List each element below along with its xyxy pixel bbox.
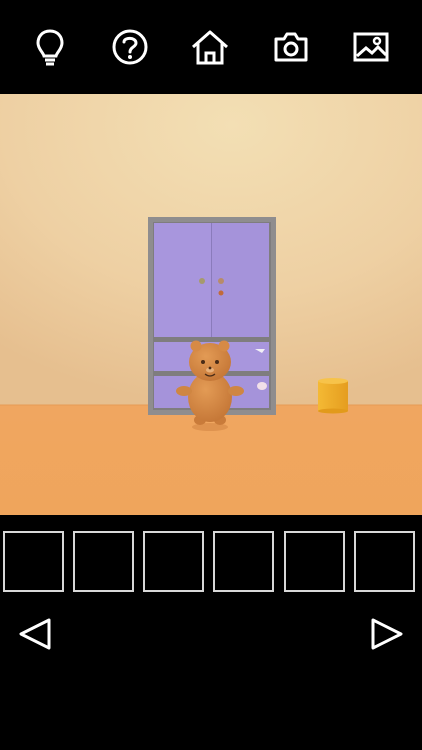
door-knob-left[interactable]	[199, 278, 205, 284]
inventory-slot-2[interactable]	[73, 531, 134, 592]
home-button[interactable]	[186, 23, 234, 71]
nav-left-button[interactable]	[14, 612, 58, 656]
help-button[interactable]	[106, 23, 154, 71]
door-lock[interactable]	[218, 290, 224, 296]
inventory-slot-4[interactable]	[213, 531, 274, 592]
inventory-slot-3[interactable]	[143, 531, 204, 592]
room-view	[0, 94, 422, 515]
inventory-slot-1[interactable]	[3, 531, 64, 592]
bucket[interactable]	[318, 378, 348, 414]
right-arrow-icon	[371, 618, 403, 650]
picture-icon	[353, 32, 389, 62]
photos-button[interactable]	[347, 23, 395, 71]
question-circle-icon	[112, 29, 148, 65]
toolbar	[0, 0, 422, 94]
door-knob-right[interactable]	[218, 278, 224, 284]
inventory-slot-6[interactable]	[354, 531, 415, 592]
hint-button[interactable]	[26, 23, 74, 71]
lightbulb-icon	[36, 29, 64, 66]
drawer-mark-bottom[interactable]	[257, 382, 267, 390]
game-scene[interactable]	[0, 94, 422, 515]
camera-button[interactable]	[267, 23, 315, 71]
nav-right-button[interactable]	[364, 612, 408, 656]
inventory-slot-5[interactable]	[284, 531, 345, 592]
left-arrow-icon	[19, 618, 51, 650]
camera-icon	[274, 32, 308, 62]
home-icon	[192, 30, 228, 65]
inventory-bar	[0, 515, 422, 605]
